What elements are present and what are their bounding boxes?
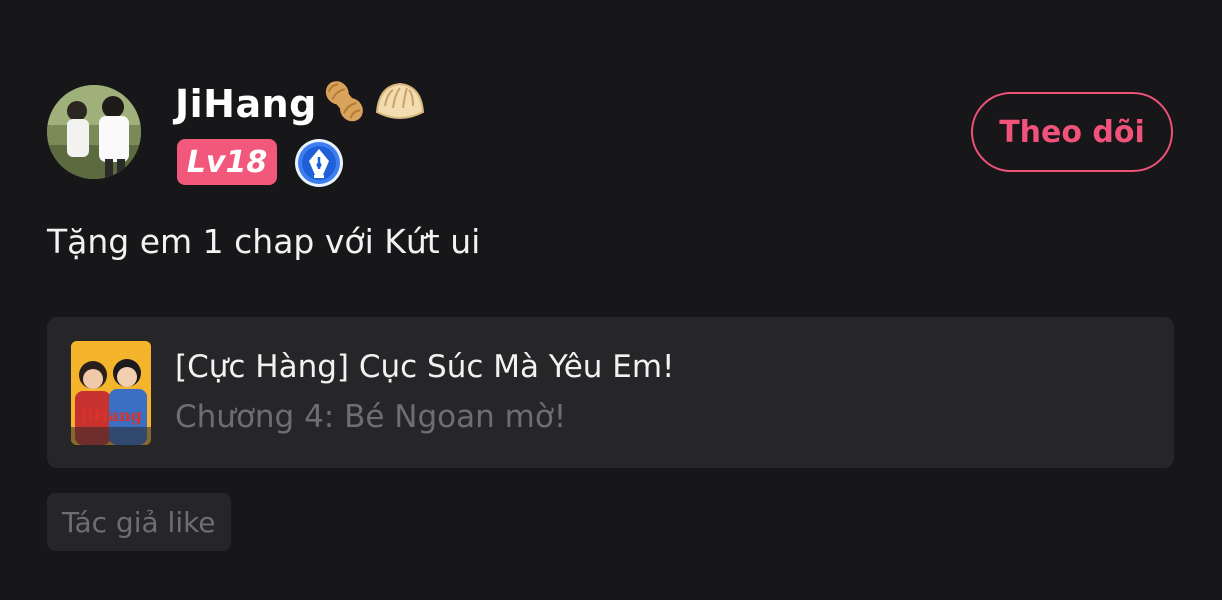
level-badge: Lv18	[177, 139, 277, 185]
comic-chapter: Chương 4: Bé Ngoan mờ!	[175, 399, 567, 435]
post-text: Tặng em 1 chap với Kứt ui	[47, 222, 481, 261]
linked-comic-card[interactable]: JiHang [Cực Hàng] Cục Súc Mà Yêu Em! Chư…	[47, 317, 1174, 468]
comic-title: [Cực Hàng] Cục Súc Mà Yêu Em!	[175, 349, 675, 385]
user-avatar[interactable]	[47, 85, 141, 179]
follow-button[interactable]: Theo dõi	[971, 92, 1173, 172]
pen-nib-badge-icon[interactable]	[293, 137, 345, 189]
username-row: JiHang	[175, 76, 427, 132]
peanut-icon	[319, 76, 371, 132]
author-like-tag: Tác giả like	[47, 493, 231, 551]
dumpling-icon	[373, 76, 427, 132]
username[interactable]: JiHang	[175, 82, 317, 126]
comic-cover-image: JiHang	[71, 341, 151, 445]
avatar-photo	[47, 85, 141, 179]
post-detail: JiHang Lv18 Theo dõi Tặng em 1 chap với …	[0, 0, 1222, 600]
comic-cover-lettering: JiHang	[78, 406, 142, 425]
